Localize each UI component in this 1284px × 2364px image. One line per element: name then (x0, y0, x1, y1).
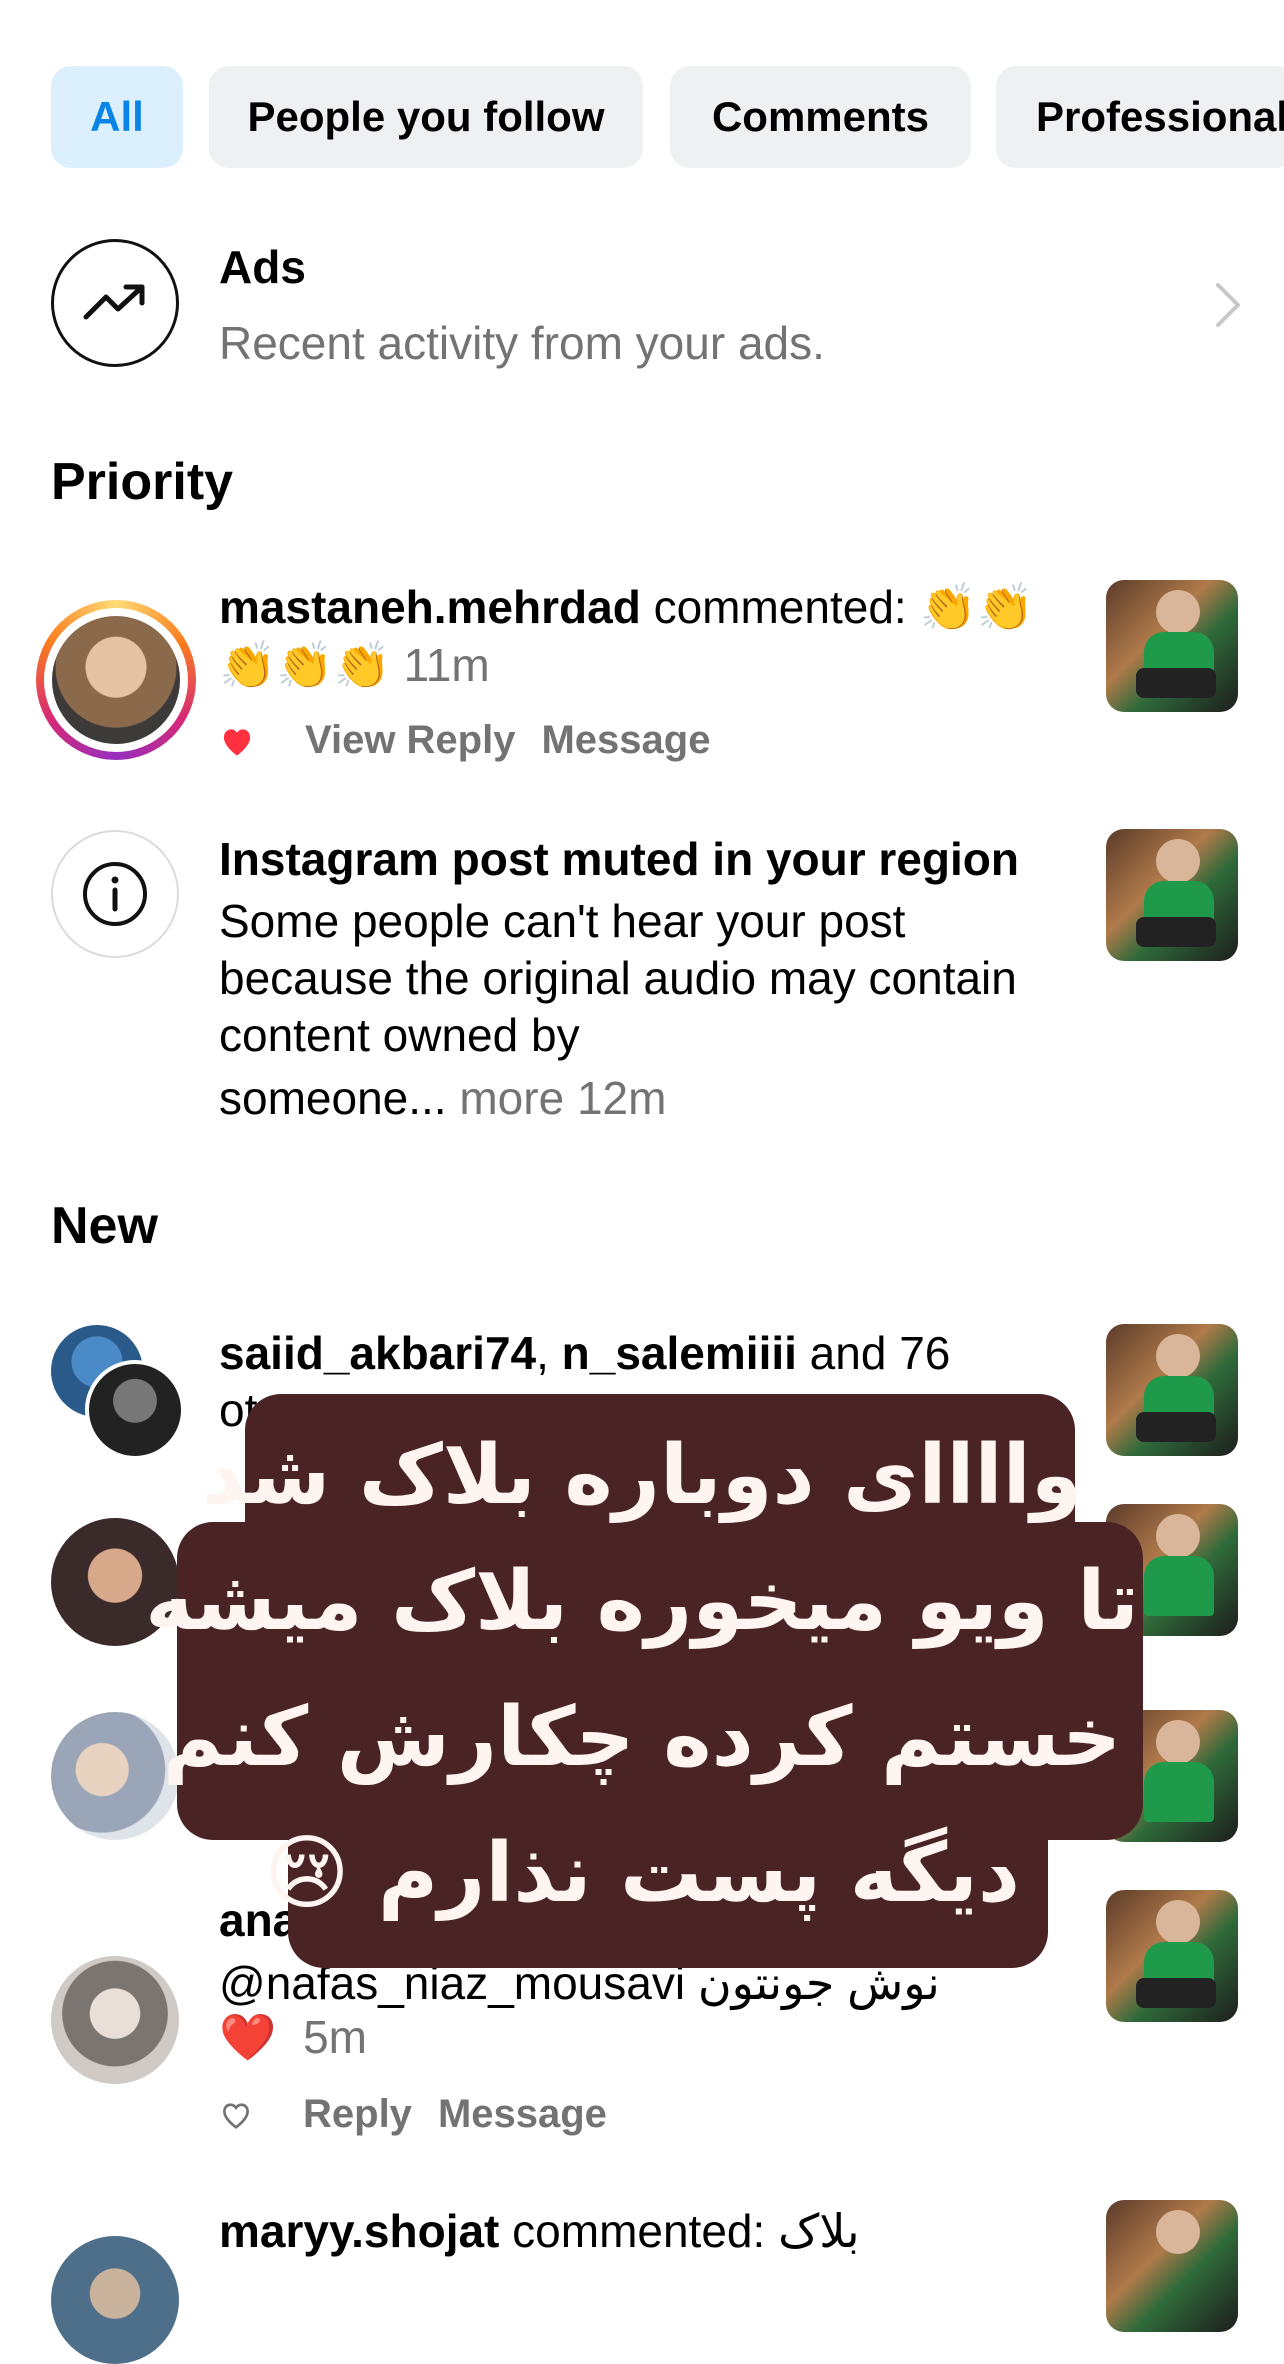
info-icon (51, 830, 179, 958)
username[interactable]: mastaneh.mehrdad (219, 581, 641, 633)
filter-chip-all[interactable]: All (51, 66, 183, 168)
crying-emoji: 😢 (263, 1826, 350, 1921)
more-link[interactable]: more (447, 1072, 564, 1124)
reply-button[interactable]: Reply (303, 2092, 412, 2137)
avatar (52, 616, 180, 744)
filter-chip-comments[interactable]: Comments (670, 66, 971, 168)
timestamp: 5m (303, 2011, 367, 2063)
overlay-line3: خستم کرده چکارش کنم (162, 1690, 1122, 1785)
message-button[interactable]: Message (438, 2092, 607, 2137)
muted-body-text: someone... (219, 1072, 447, 1124)
muted-body-line3: content owned by (219, 1009, 580, 1061)
message-button[interactable]: Message (541, 718, 710, 763)
likes-text: saiid_akbari74, n_salemiiii and 76 (219, 1324, 950, 1382)
comment-meta: ❤️ 5m (219, 2008, 367, 2066)
overlay-line4-wrap: دیگه پست نذارم 😢 (0, 1826, 1284, 1921)
section-header-priority: Priority (51, 453, 234, 511)
page-title-fragment (300, 0, 560, 2)
others-count: and 76 (796, 1327, 951, 1379)
view-reply-button[interactable]: View Reply (305, 718, 515, 763)
timestamp: 12m (564, 1072, 667, 1124)
muted-body-line4: someone... more 12m (219, 1069, 666, 1127)
username[interactable]: n_salemiiii (562, 1327, 797, 1379)
ads-title: Ads (219, 241, 306, 293)
comment-text: maryy.shojat commented: بلاک (219, 2202, 860, 2260)
overlay-line1: واااای دوباره بلاک شد (202, 1428, 1082, 1523)
overlay-line4: دیگه پست نذارم (378, 1826, 1021, 1921)
post-thumbnail[interactable] (1106, 829, 1238, 961)
avatar[interactable] (51, 2236, 179, 2364)
comment-body: commented: بلاک (499, 2205, 860, 2257)
post-thumbnail[interactable] (1106, 580, 1238, 712)
ads-subtitle: Recent activity from your ads. (219, 317, 825, 369)
comment-actions: Reply Message (219, 2092, 607, 2137)
heart-outline-icon[interactable] (219, 2100, 253, 2130)
overlay-line2: تا ویو میخوره بلاک میشه (145, 1554, 1139, 1649)
chevron-right-icon (1216, 283, 1240, 327)
username[interactable]: saiid_akbari74 (219, 1327, 536, 1379)
trending-up-icon (51, 239, 179, 367)
comment-text: mastaneh.mehrdad commented: 👏👏👏👏👏 11m (219, 578, 1039, 694)
heart-filled-icon[interactable] (219, 725, 255, 757)
muted-body-line2: because the original audio may contain (219, 952, 1017, 1004)
timestamp: 11m (403, 639, 490, 691)
username[interactable]: maryy.shojat (219, 2205, 499, 2257)
comment-prefix: commented: (640, 581, 920, 633)
muted-body-line1: Some people can't hear your post (219, 895, 906, 947)
muted-title: Instagram post muted in your region (219, 833, 1019, 885)
comment-actions: View Reply Message (219, 718, 710, 763)
filter-chip-professional[interactable]: Professional (996, 66, 1284, 168)
separator: , (536, 1327, 562, 1379)
avatar-story-ring[interactable] (36, 600, 196, 760)
section-header-new: New (51, 1197, 158, 1255)
filter-chip-people-you-follow[interactable]: People you follow (209, 66, 643, 168)
filter-bar: All People you follow Comments Professio… (0, 66, 1284, 168)
heart-emoji: ❤️ (219, 2011, 277, 2063)
post-thumbnail[interactable] (1106, 2200, 1238, 2332)
avatar[interactable] (51, 1956, 179, 2084)
